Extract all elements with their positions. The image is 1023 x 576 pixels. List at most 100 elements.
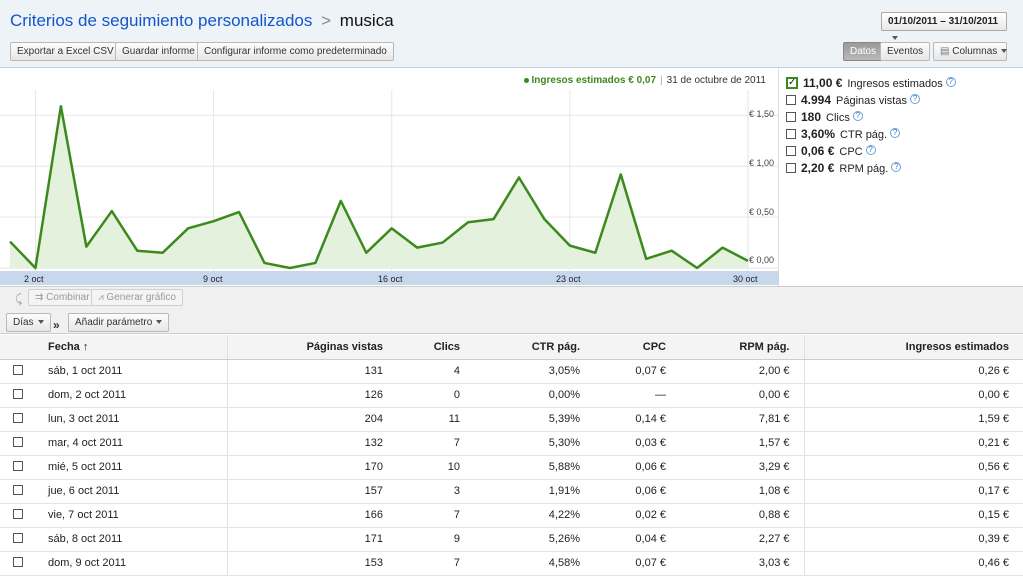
cell-page-views: 204 bbox=[226, 407, 397, 432]
help-icon[interactable]: ? bbox=[852, 111, 863, 122]
column-header-revenue[interactable]: Ingresos estimados bbox=[803, 335, 1023, 360]
cell-page-views: 153 bbox=[226, 551, 397, 576]
row-checkbox[interactable] bbox=[13, 533, 23, 544]
row-checkbox-cell bbox=[0, 455, 42, 480]
help-icon[interactable]: ? bbox=[865, 145, 876, 156]
cell-ctr: 5,26% bbox=[474, 527, 594, 552]
row-checkbox[interactable] bbox=[13, 389, 23, 400]
cell-cpc: 0,03 € bbox=[594, 431, 680, 456]
metric-checkbox[interactable] bbox=[786, 146, 796, 157]
column-header-page-views[interactable]: Páginas vistas bbox=[226, 335, 397, 360]
generate-chart-label: Generar gráfico bbox=[106, 292, 176, 303]
row-checkbox[interactable] bbox=[13, 509, 23, 520]
help-icon[interactable]: ? bbox=[909, 94, 920, 105]
x-tick-label: 30 oct bbox=[733, 274, 758, 284]
header-label: Fecha bbox=[48, 340, 80, 353]
metric-checkbox[interactable] bbox=[786, 129, 796, 140]
metric-page-views[interactable]: 4.994 Páginas vistas? bbox=[786, 92, 1021, 109]
metric-checkbox[interactable] bbox=[786, 75, 798, 91]
metric-rpm[interactable]: 2,20 € RPM pág.? bbox=[786, 160, 1021, 177]
table-header-row: Fecha ↑ Páginas vistas Clics CTR pág. CP… bbox=[0, 335, 1023, 360]
row-checkbox-cell bbox=[0, 431, 42, 456]
row-checkbox[interactable] bbox=[13, 485, 23, 496]
cell-revenue: 0,17 € bbox=[803, 479, 1023, 504]
column-header-rpm[interactable]: RPM pág. bbox=[680, 335, 804, 360]
metric-checkbox[interactable] bbox=[786, 95, 796, 106]
cell-cpc: 0,07 € bbox=[594, 551, 680, 576]
table-row: mar, 4 oct 2011 132 7 5,30% 0,03 €1,57 €0,21… bbox=[0, 431, 1023, 456]
row-checkbox-cell bbox=[0, 359, 42, 384]
help-icon[interactable]: ? bbox=[891, 162, 902, 173]
row-checkbox[interactable] bbox=[13, 365, 23, 376]
column-header-cpc[interactable]: CPC bbox=[594, 335, 680, 360]
help-icon[interactable]: ? bbox=[890, 128, 901, 139]
revenue-chart: Ingresos estimados € 0,07 | 31 de octubre … bbox=[0, 68, 779, 286]
breadcrumb-link[interactable]: Criterios de seguimiento personalizados bbox=[10, 11, 312, 30]
table-row: jue, 6 oct 2011 157 3 1,91% 0,06 €1,08 €0,17… bbox=[0, 479, 1023, 504]
breadcrumb-separator: > bbox=[321, 11, 332, 30]
chevron-down-icon bbox=[1001, 49, 1008, 54]
generate-chart-button[interactable]: ⩘ Generar gráfico bbox=[91, 289, 183, 306]
row-checkbox[interactable] bbox=[13, 413, 23, 424]
row-checkbox[interactable] bbox=[13, 461, 23, 472]
chart-icon: ⩘ bbox=[98, 292, 104, 303]
column-header-date[interactable]: Fecha ↑ bbox=[42, 335, 227, 360]
tab-data[interactable]: Datos bbox=[843, 42, 884, 61]
tab-events[interactable]: Eventos bbox=[880, 42, 931, 61]
columns-dropdown[interactable]: ▤ Columnas bbox=[933, 42, 1008, 61]
row-checkbox-cell bbox=[0, 551, 42, 576]
cell-rpm: 2,27 € bbox=[680, 527, 804, 552]
date-range-label: 01/10/2011 – 31/10/2011 bbox=[888, 16, 999, 27]
metric-checkbox[interactable] bbox=[786, 163, 796, 174]
help-icon[interactable]: ? bbox=[945, 77, 956, 88]
days-dropdown[interactable]: Días bbox=[6, 313, 51, 332]
chart-toggle-icon[interactable]: ⤹ bbox=[15, 292, 22, 307]
report-header: Criterios de seguimiento personalizados … bbox=[0, 0, 1023, 68]
combine-button[interactable]: ⇉ Combinar bbox=[28, 289, 97, 306]
row-checkbox[interactable] bbox=[13, 437, 23, 448]
export-csv-button[interactable]: Exportar a Excel CSV bbox=[10, 42, 121, 61]
metric-clicks[interactable]: 180 Clics? bbox=[786, 109, 1021, 126]
row-checkbox[interactable] bbox=[13, 557, 23, 568]
x-tick-label: 2 oct bbox=[24, 274, 44, 284]
table-row: vie, 7 oct 2011 166 7 4,22% 0,02 €0,88 €0,15… bbox=[0, 503, 1023, 528]
date-range-picker[interactable]: 01/10/2011 – 31/10/2011 bbox=[881, 12, 1007, 41]
add-parameter-dropdown[interactable]: Añadir parámetro bbox=[68, 313, 170, 332]
chart-plot bbox=[0, 90, 778, 275]
cell-rpm: 3,29 € bbox=[680, 455, 804, 480]
metric-ctr[interactable]: 3,60% CTR pág.? bbox=[786, 126, 1021, 143]
x-tick-label: 9 oct bbox=[203, 274, 223, 284]
combine-label: Combinar bbox=[46, 292, 90, 303]
report-toolbar: ⤹ ⇉ Combinar ⩘ Generar gráfico Días » Añ… bbox=[0, 286, 1023, 334]
add-parameter-label: Añadir parámetro bbox=[75, 317, 153, 328]
row-checkbox-cell bbox=[0, 479, 42, 504]
metric-value: 3,60% bbox=[801, 127, 836, 141]
cell-clicks: 7 bbox=[397, 503, 474, 528]
sort-ascending-icon: ↑ bbox=[82, 340, 89, 353]
table-row: dom, 9 oct 2011 153 7 4,58% 0,07 €3,03 €0,46… bbox=[0, 551, 1023, 576]
cell-page-views: 157 bbox=[226, 479, 397, 504]
table-row: sáb, 1 oct 2011 131 4 3,05% 0,07 €2,00 €0,26… bbox=[0, 359, 1023, 384]
cell-date: dom, 2 oct 2011 bbox=[42, 383, 227, 408]
cell-date: mar, 4 oct 2011 bbox=[42, 431, 227, 456]
save-report-button[interactable]: Guardar informe bbox=[115, 42, 202, 61]
cell-cpc: 0,06 € bbox=[594, 455, 680, 480]
cell-clicks: 10 bbox=[397, 455, 474, 480]
metric-cpc[interactable]: 0,06 € CPC? bbox=[786, 143, 1021, 160]
column-header-ctr[interactable]: CTR pág. bbox=[474, 335, 594, 360]
cell-revenue: 0,26 € bbox=[803, 359, 1023, 384]
cell-revenue: 0,39 € bbox=[803, 527, 1023, 552]
cell-date: sáb, 1 oct 2011 bbox=[42, 359, 227, 384]
cell-ctr: 5,39% bbox=[474, 407, 594, 432]
chevron-down-icon bbox=[37, 320, 44, 325]
metric-revenue[interactable]: 11,00 € Ingresos estimados? bbox=[786, 75, 1021, 92]
cell-ctr: 5,30% bbox=[474, 431, 594, 456]
cell-date: sáb, 8 oct 2011 bbox=[42, 527, 227, 552]
set-default-report-button[interactable]: Configurar informe como predeterminado bbox=[197, 42, 394, 61]
table-row: sáb, 8 oct 2011 171 9 5,26% 0,04 €2,27 €0,39… bbox=[0, 527, 1023, 552]
cell-rpm: 3,03 € bbox=[680, 551, 804, 576]
column-header-clicks[interactable]: Clics bbox=[397, 335, 474, 360]
metric-checkbox[interactable] bbox=[786, 112, 796, 123]
breadcrumb-arrow-icon: » bbox=[53, 318, 60, 332]
breadcrumb-current: musica bbox=[339, 11, 394, 30]
